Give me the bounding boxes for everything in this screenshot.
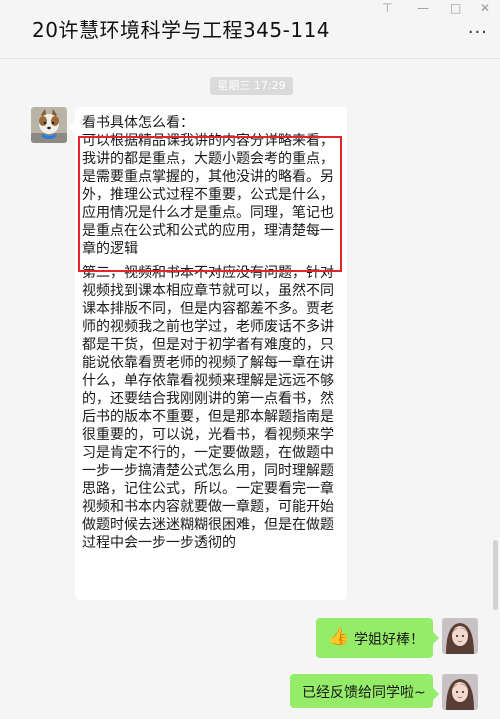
my-avatar[interactable] xyxy=(442,618,478,654)
more-options-icon[interactable]: ··· xyxy=(468,22,488,43)
maximize-icon[interactable]: □ xyxy=(450,2,461,14)
chat-title: 20许慧环境科学与工程345-114 xyxy=(32,18,331,42)
sender-avatar[interactable] xyxy=(31,107,67,143)
scrollbar[interactable] xyxy=(493,540,498,610)
timestamp: 星期三 17:29 xyxy=(210,77,293,95)
outgoing-message-bubble[interactable]: 👍 学姐好棒！ xyxy=(316,618,439,658)
message-second-paragraph: 第二，视频和书本不对应没有问题，针对视频找到课本相应章节就可以，虽然不同课本排版… xyxy=(82,265,334,551)
message-heading: 看书具体怎么看： xyxy=(82,115,194,131)
thumbs-up-icon: 👍 xyxy=(328,627,350,647)
minimize-icon[interactable]: — xyxy=(417,2,429,14)
close-icon[interactable]: ✕ xyxy=(480,2,490,14)
chat-header: 20许慧环境科学与工程345-114 ⊤ — □ ✕ ··· xyxy=(0,0,500,59)
message-text: 已经反馈给同学啦~ xyxy=(302,685,426,701)
pin-icon[interactable]: ⊤ xyxy=(382,2,392,14)
message-text: 看书具体怎么看： 可以根据精品课我讲的内容分详略来看，我讲的都是重点，大题小题会… xyxy=(82,114,344,552)
message-text: 学姐好棒！ xyxy=(354,632,424,648)
incoming-message-bubble[interactable]: 看书具体怎么看： 可以根据精品课我讲的内容分详略来看，我讲的都是重点，大题小题会… xyxy=(69,107,347,600)
outgoing-message-bubble[interactable]: 已经反馈给同学啦~ xyxy=(290,674,439,708)
message-highlighted-paragraph: 可以根据精品课我讲的内容分详略来看，我讲的都是重点，大题小题会考的重点，是需要重… xyxy=(82,133,334,257)
my-avatar[interactable] xyxy=(442,674,478,710)
